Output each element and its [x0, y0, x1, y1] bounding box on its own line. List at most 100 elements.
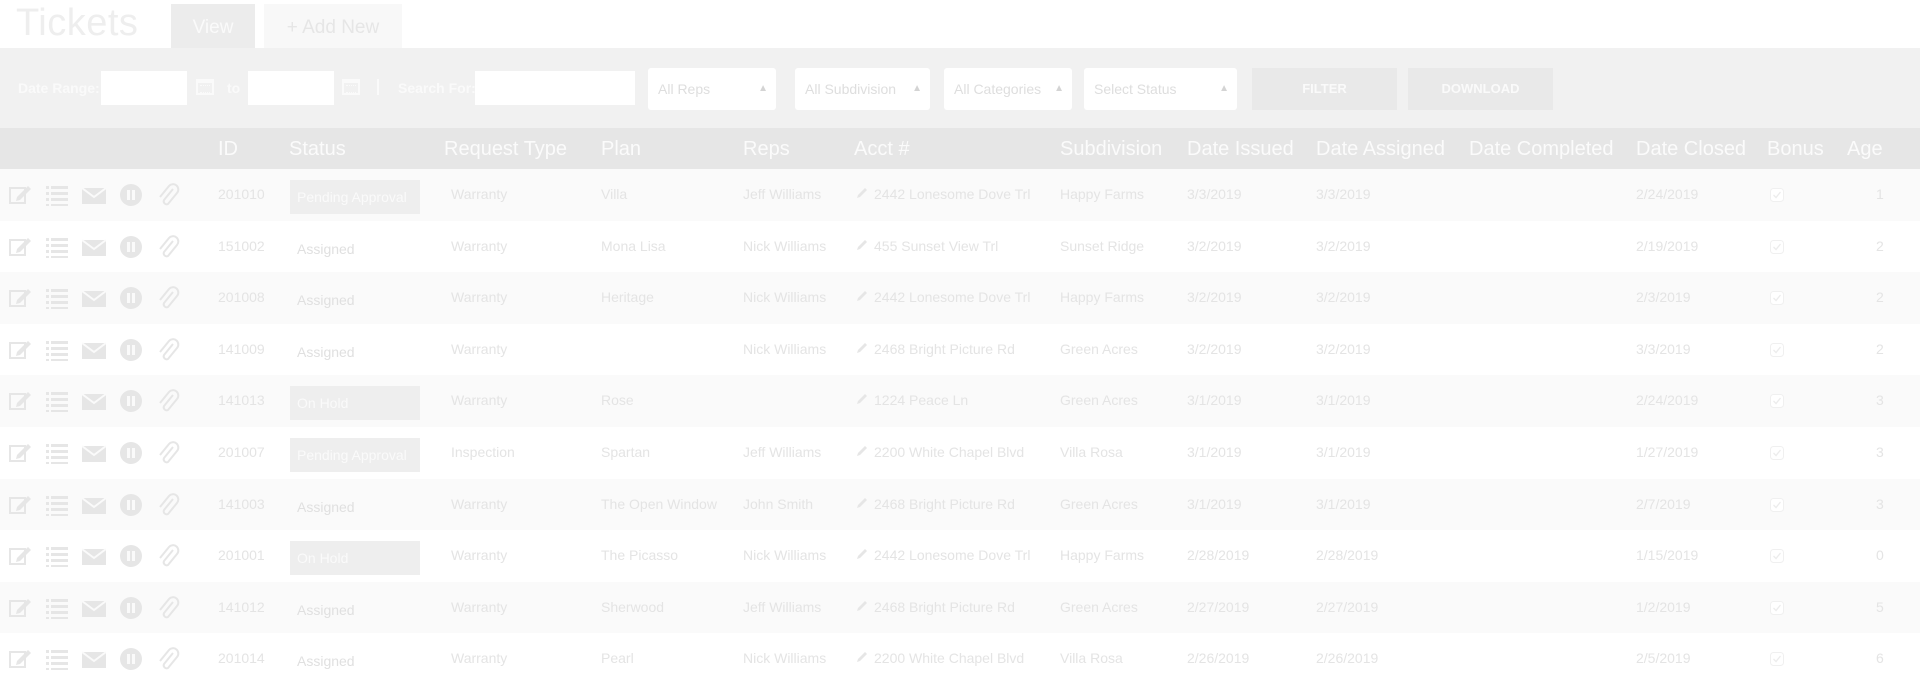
edit-icon[interactable]	[8, 596, 32, 620]
table-row[interactable]: 201001 On Hold Warranty The Picasso Nick…	[0, 530, 1920, 582]
paperclip-icon[interactable]	[156, 234, 180, 259]
date-from-input[interactable]	[101, 71, 187, 105]
pencil-icon[interactable]	[856, 445, 868, 457]
table-row[interactable]: 201014 Assigned Warranty Pearl Nick Will…	[0, 633, 1920, 685]
edit-icon[interactable]	[8, 286, 32, 310]
paperclip-icon[interactable]	[156, 286, 180, 310]
edit-icon[interactable]	[8, 493, 32, 517]
edit-icon[interactable]	[8, 183, 32, 207]
edit-icon[interactable]	[8, 441, 32, 465]
pause-icon[interactable]	[119, 441, 143, 465]
bonus-checkbox[interactable]	[1770, 652, 1784, 667]
bonus-checkbox[interactable]	[1770, 445, 1784, 460]
acct-link[interactable]: 2442 Lonesome Dove Trl	[874, 272, 1030, 324]
envelope-icon[interactable]	[82, 286, 106, 310]
date-to-input[interactable]	[248, 71, 334, 105]
envelope-icon[interactable]	[82, 183, 106, 207]
column-header-date-completed[interactable]: Date Completed	[1469, 128, 1614, 169]
edit-icon[interactable]	[8, 235, 32, 259]
column-header-id[interactable]: ID	[218, 128, 238, 169]
table-row[interactable]: 201010 Pending Approval Warranty Villa J…	[0, 169, 1920, 221]
pause-icon[interactable]	[119, 338, 143, 362]
pause-icon[interactable]	[119, 286, 143, 310]
acct-link[interactable]: 2442 Lonesome Dove Trl	[874, 169, 1030, 221]
bonus-checkbox[interactable]	[1770, 549, 1784, 564]
table-row[interactable]: 141013 On Hold Warranty Rose 1224 Peace …	[0, 375, 1920, 427]
pencil-icon[interactable]	[856, 239, 868, 251]
envelope-icon[interactable]	[82, 544, 106, 568]
column-header-status[interactable]: Status	[289, 128, 346, 169]
bonus-checkbox[interactable]	[1770, 394, 1784, 409]
status-select[interactable]: Select Status ▲	[1084, 68, 1237, 110]
list-icon[interactable]	[45, 647, 69, 671]
tab-add-new[interactable]: + Add New	[264, 4, 402, 48]
list-icon[interactable]	[45, 235, 69, 259]
column-header-date-closed[interactable]: Date Closed	[1636, 128, 1746, 169]
pencil-icon[interactable]	[856, 600, 868, 612]
acct-link[interactable]: 2468 Bright Picture Rd	[874, 479, 1015, 531]
edit-icon[interactable]	[8, 647, 32, 671]
paperclip-icon[interactable]	[156, 389, 180, 413]
table-row[interactable]: 201007 Pending Approval Inspection Spart…	[0, 426, 1920, 479]
envelope-icon[interactable]	[82, 647, 106, 671]
categories-select[interactable]: All Categories ▲	[944, 68, 1072, 110]
pause-icon[interactable]	[119, 544, 143, 568]
filter-button[interactable]: FILTER	[1252, 68, 1397, 110]
pencil-icon[interactable]	[856, 342, 868, 354]
pencil-icon[interactable]	[856, 497, 868, 509]
list-icon[interactable]	[45, 493, 69, 517]
pause-icon[interactable]	[119, 596, 143, 620]
envelope-icon[interactable]	[82, 493, 106, 517]
acct-link[interactable]: 2200 White Chapel Blvd	[874, 633, 1024, 685]
edit-icon[interactable]	[8, 544, 32, 568]
paperclip-icon[interactable]	[156, 595, 180, 620]
envelope-icon[interactable]	[82, 441, 106, 465]
paperclip-icon[interactable]	[156, 338, 180, 362]
envelope-icon[interactable]	[82, 389, 106, 413]
list-icon[interactable]	[45, 389, 69, 413]
pencil-icon[interactable]	[856, 187, 868, 199]
list-icon[interactable]	[45, 596, 69, 620]
calendar-icon[interactable]	[342, 79, 360, 95]
bonus-checkbox[interactable]	[1770, 188, 1784, 202]
acct-link[interactable]: 2468 Bright Picture Rd	[874, 324, 1015, 376]
list-icon[interactable]	[45, 286, 69, 310]
tab-view[interactable]: View	[171, 4, 255, 48]
column-header-subdivision[interactable]: Subdivision	[1060, 128, 1162, 169]
pencil-icon[interactable]	[856, 290, 868, 302]
column-header-request-type[interactable]: Request Type	[444, 128, 567, 169]
edit-icon[interactable]	[8, 338, 32, 362]
calendar-icon[interactable]	[196, 79, 214, 95]
bonus-checkbox[interactable]	[1770, 497, 1784, 512]
paperclip-icon[interactable]	[156, 183, 180, 207]
edit-icon[interactable]	[8, 389, 32, 413]
bonus-checkbox[interactable]	[1770, 239, 1784, 254]
pause-icon[interactable]	[119, 235, 143, 259]
column-header-acct[interactable]: Acct #	[854, 128, 910, 169]
download-button[interactable]: DOWNLOAD	[1408, 68, 1553, 110]
acct-link[interactable]: 1224 Peace Ln	[874, 375, 968, 427]
envelope-icon[interactable]	[82, 338, 106, 362]
column-header-reps[interactable]: Reps	[743, 128, 790, 169]
pencil-icon[interactable]	[856, 393, 868, 405]
bonus-checkbox[interactable]	[1770, 291, 1784, 306]
column-header-date-assigned[interactable]: Date Assigned	[1316, 128, 1445, 169]
subdivision-select[interactable]: All Subdivision ▲	[795, 68, 930, 110]
acct-link[interactable]: 2442 Lonesome Dove Trl	[874, 530, 1030, 582]
acct-link[interactable]: 2200 White Chapel Blvd	[874, 427, 1024, 479]
table-row[interactable]: 141003 Assigned Warranty The Open Window…	[0, 478, 1920, 531]
bonus-checkbox[interactable]	[1770, 342, 1784, 357]
pencil-icon[interactable]	[856, 651, 868, 663]
paperclip-icon[interactable]	[156, 544, 180, 568]
table-row[interactable]: 141012 Assigned Warranty Sherwood Jeff W…	[0, 581, 1920, 634]
reps-select[interactable]: All Reps ▲	[648, 68, 776, 110]
envelope-icon[interactable]	[82, 596, 106, 620]
pause-icon[interactable]	[119, 183, 143, 207]
column-header-date-issued[interactable]: Date Issued	[1187, 128, 1294, 169]
acct-link[interactable]: 455 Sunset View Trl	[874, 221, 998, 273]
list-icon[interactable]	[45, 183, 69, 207]
pencil-icon[interactable]	[856, 548, 868, 560]
column-header-bonus[interactable]: Bonus	[1767, 128, 1824, 169]
pause-icon[interactable]	[119, 493, 143, 517]
table-row[interactable]: 151002 Assigned Warranty Mona Lisa Nick …	[0, 220, 1920, 273]
